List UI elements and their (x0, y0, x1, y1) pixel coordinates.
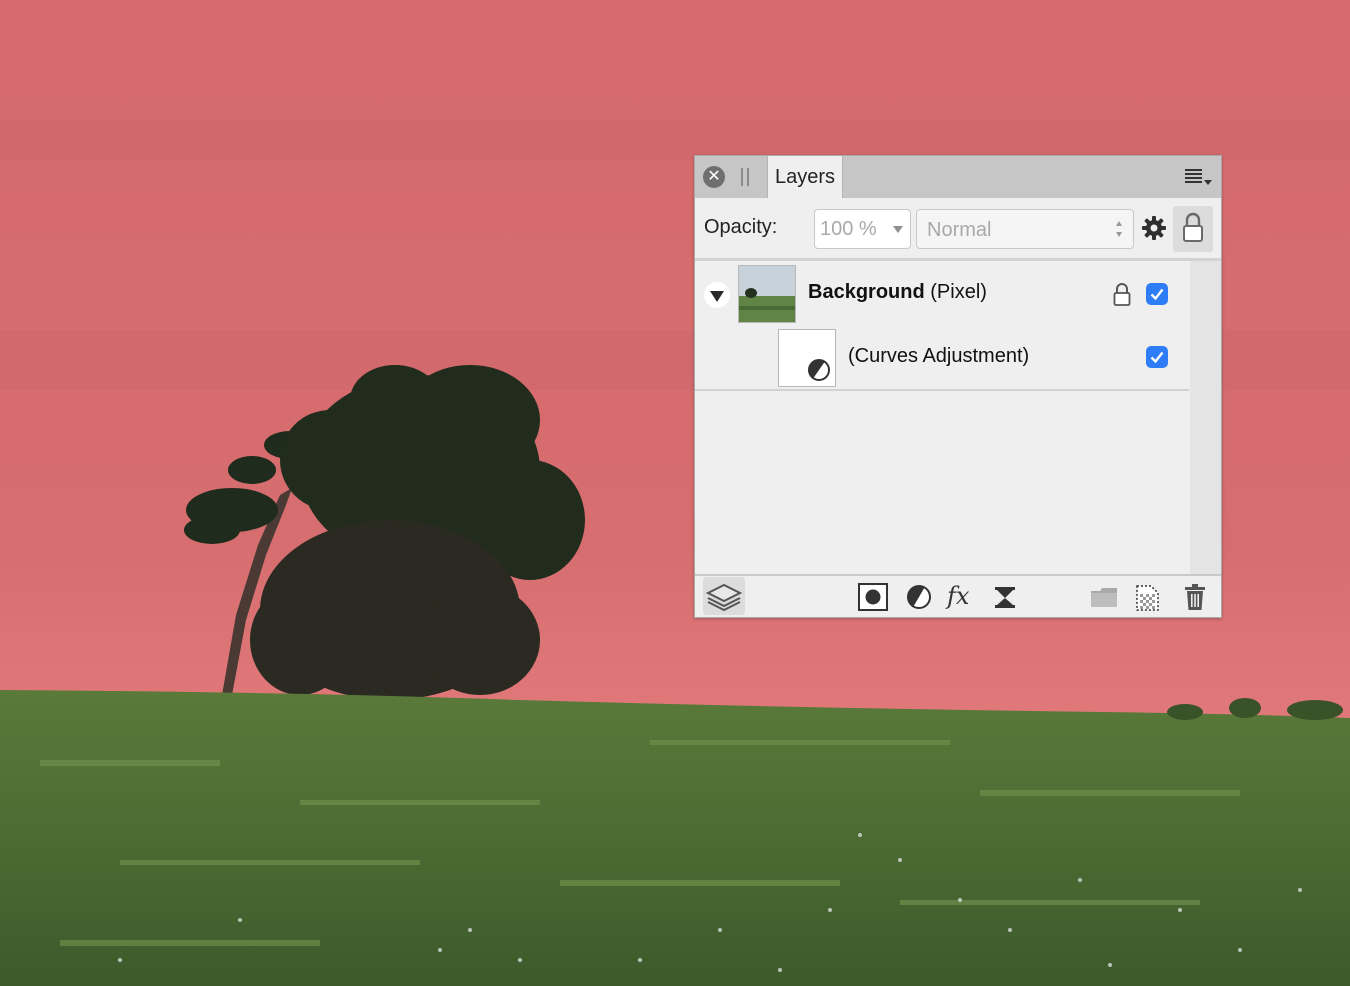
expand-triangle-icon[interactable] (704, 282, 730, 308)
panel-menu-icon[interactable] (1185, 166, 1212, 188)
svg-text:fx: fx (945, 582, 970, 610)
layer-row[interactable]: Background (Pixel) (695, 261, 1189, 325)
opacity-label: Opacity: (704, 216, 778, 238)
layer-name: (Curves Adjustment) (848, 345, 1030, 367)
lock-button[interactable] (1173, 206, 1213, 252)
drag-handle-icon[interactable] (741, 168, 749, 186)
trash-icon[interactable] (1182, 582, 1208, 612)
stepper-down-icon (1116, 232, 1122, 237)
layer-options-bar: Opacity: 100 % Normal (695, 198, 1221, 258)
layers-panel: ✕ Layers Opacity: 100 % Normal Backgroun… (694, 155, 1222, 618)
chevron-down-icon (893, 226, 903, 233)
blend-mode-select[interactable]: Normal (916, 209, 1134, 249)
opacity-value: 100 % (820, 218, 877, 240)
folder-icon[interactable] (1089, 582, 1119, 612)
fx-icon[interactable]: fx (945, 582, 979, 612)
opacity-dropdown[interactable]: 100 % (814, 209, 911, 249)
tab-layers[interactable]: Layers (767, 156, 843, 198)
layer-name: Background (Pixel) (808, 281, 987, 303)
adjustment-thumbnail (778, 329, 836, 387)
layer-thumbnail (738, 265, 796, 323)
blend-mode-value: Normal (927, 219, 992, 241)
adjustment-icon (808, 359, 830, 381)
scrollbar[interactable] (1190, 261, 1221, 574)
layers-stack-icon[interactable] (703, 577, 745, 615)
layers-toolbar: fx (695, 574, 1221, 617)
lock-icon[interactable] (1112, 282, 1132, 306)
new-pixel-layer-icon[interactable] (1132, 582, 1162, 612)
layers-list[interactable]: Background (Pixel) (Curves Adjustment) (695, 258, 1221, 574)
lock-icon (1183, 212, 1203, 242)
close-icon[interactable]: ✕ (703, 166, 725, 188)
mask-icon[interactable] (857, 582, 889, 612)
visibility-checkbox[interactable] (1146, 346, 1168, 368)
panel-titlebar[interactable]: ✕ Layers (695, 156, 1221, 198)
visibility-checkbox[interactable] (1146, 283, 1168, 305)
gear-icon[interactable] (1141, 215, 1167, 241)
live-filter-icon[interactable] (992, 582, 1018, 612)
stepper-up-icon (1116, 221, 1122, 226)
layer-row[interactable]: (Curves Adjustment) (695, 325, 1189, 391)
adjustment-icon[interactable] (904, 582, 934, 612)
